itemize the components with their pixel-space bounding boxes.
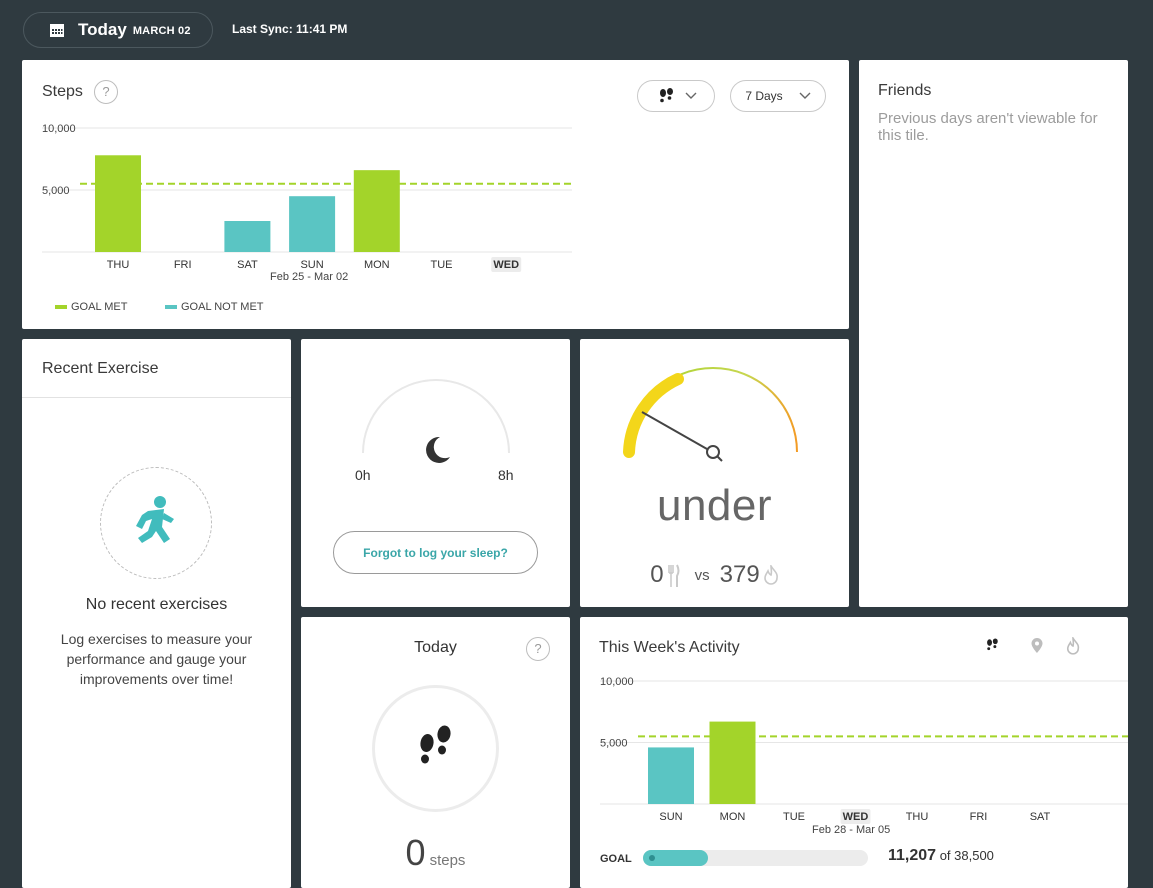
week-date-range: Feb 28 - Mar 05 xyxy=(812,824,891,836)
bar xyxy=(95,155,141,252)
fork-knife-icon xyxy=(667,564,680,587)
today-label: Today xyxy=(78,20,127,39)
sleep-min-label: 0h xyxy=(355,467,371,483)
today-steps-tile: Today ? 0 steps xyxy=(301,617,570,888)
goal-progress-track xyxy=(643,850,868,866)
calories-eaten: 0 xyxy=(650,561,664,588)
exercise-icon-circle xyxy=(100,467,212,579)
calorie-summary: 0 vs 379 xyxy=(580,561,849,589)
steps-title: Steps xyxy=(42,83,83,100)
calorie-tile: under 0 vs 379 xyxy=(580,339,849,607)
sleep-tile: 0h 8h Forgot to log your sleep? xyxy=(301,339,570,607)
log-sleep-button[interactable]: Forgot to log your sleep? xyxy=(333,531,538,574)
calorie-gauge xyxy=(623,367,798,462)
x-tick-label: FRI xyxy=(174,259,192,271)
steps-help-icon[interactable]: ? xyxy=(94,80,118,104)
exercise-empty-body: Log exercises to measure your performanc… xyxy=(60,631,253,687)
calories-burned: 379 xyxy=(719,561,760,588)
steps-date-range: Feb 25 - Mar 02 xyxy=(270,271,349,283)
flame-tab-icon[interactable] xyxy=(1066,637,1080,655)
x-tick-label: THU xyxy=(107,259,130,271)
metric-dropdown[interactable] xyxy=(637,80,715,112)
goal-label: GOAL xyxy=(600,853,632,865)
goal-total: 11,207 xyxy=(888,847,937,864)
footsteps-icon xyxy=(660,88,673,103)
friends-title: Friends xyxy=(878,82,932,99)
goal-progress-knob xyxy=(649,855,655,861)
y-tick-label: 10,000 xyxy=(42,123,76,135)
week-activity-tile: This Week's Activity 10,000 5,000 SUN MON TU… xyxy=(580,617,1128,888)
bar xyxy=(353,170,400,252)
running-person-icon xyxy=(136,496,174,543)
chevron-down-icon xyxy=(685,92,697,99)
steps-bar-chart: 10,000 5,000 THU FRI SAT SUN MON TUE WED xyxy=(42,123,572,272)
bar xyxy=(648,747,694,804)
bar xyxy=(289,196,336,252)
x-tick-label: SUN xyxy=(659,811,682,823)
footsteps-tab-icon[interactable] xyxy=(983,636,1001,654)
date-selector-button[interactable]: Today MARCH 02 xyxy=(23,12,213,48)
moon-icon xyxy=(426,436,450,463)
today-help-icon[interactable]: ? xyxy=(526,637,550,661)
date-label: MARCH 02 xyxy=(132,25,191,37)
legend-goal-not-met-label: GOAL NOT MET xyxy=(181,301,264,313)
x-tick-label: TUE xyxy=(431,259,453,271)
friends-message: Previous days aren't viewable for this t… xyxy=(878,110,1098,144)
x-tick-label: SAT xyxy=(237,259,258,271)
chevron-down-icon xyxy=(799,92,811,99)
x-tick-label: THU xyxy=(906,811,929,823)
x-tick-label: MON xyxy=(364,259,390,271)
flame-icon xyxy=(763,565,778,585)
goal-of-label: of 38,500 xyxy=(939,848,994,863)
legend-swatch-met xyxy=(55,305,67,309)
today-steps-readout: 0 steps xyxy=(301,832,570,874)
legend-goal-met-label: GOAL MET xyxy=(71,301,128,313)
calendar-icon xyxy=(50,24,64,37)
today-steps-value: 0 xyxy=(405,832,426,873)
y-tick-label: 10,000 xyxy=(600,676,634,688)
today-steps-unit: steps xyxy=(429,852,466,869)
legend-goal-met: GOAL MET xyxy=(55,301,127,313)
calorie-status: under xyxy=(656,481,773,530)
recent-exercise-tile: Recent Exercise No recent exercises Log … xyxy=(22,339,291,888)
y-tick-label: 5,000 xyxy=(42,185,70,197)
calories-vs: vs xyxy=(694,566,710,584)
exercise-divider xyxy=(22,397,291,398)
x-tick-label: FRI xyxy=(970,811,988,823)
top-bar: Today MARCH 02 Last Sync: 11:41 PM xyxy=(0,0,1153,56)
legend-swatch-not-met xyxy=(165,305,177,309)
week-bar-chart: 10,000 5,000 SUN MON TUE WED THU FRI SAT xyxy=(600,676,1128,824)
location-pin-icon[interactable] xyxy=(1030,637,1044,655)
week-title: This Week's Activity xyxy=(599,639,740,656)
legend-goal-not-met: GOAL NOT MET xyxy=(165,301,264,313)
range-dropdown[interactable]: 7 Days xyxy=(730,80,826,112)
exercise-title: Recent Exercise xyxy=(42,360,159,377)
bar xyxy=(224,221,271,252)
goal-summary: 11,207 of 38,500 xyxy=(888,847,994,865)
steps-tile: Steps ? 7 Days 10,000 5,000 THU FRI SAT SUN MO… xyxy=(22,60,849,329)
footsteps-icon xyxy=(420,725,451,764)
exercise-empty-title: No recent exercises xyxy=(85,596,228,613)
x-tick-label: SUN xyxy=(300,259,323,271)
x-tick-label: WED xyxy=(493,259,519,271)
range-label: 7 Days xyxy=(745,89,783,103)
sleep-max-label: 8h xyxy=(498,467,514,483)
y-tick-label: 5,000 xyxy=(600,738,628,750)
x-tick-label: TUE xyxy=(783,811,805,823)
x-tick-label: MON xyxy=(720,811,746,823)
x-tick-label: WED xyxy=(843,811,869,823)
bar xyxy=(709,721,756,804)
friends-tile: Friends Previous days aren't viewable fo… xyxy=(859,60,1128,607)
last-sync-label: Last Sync: 11:41 PM xyxy=(232,22,348,36)
x-tick-label: SAT xyxy=(1030,811,1051,823)
